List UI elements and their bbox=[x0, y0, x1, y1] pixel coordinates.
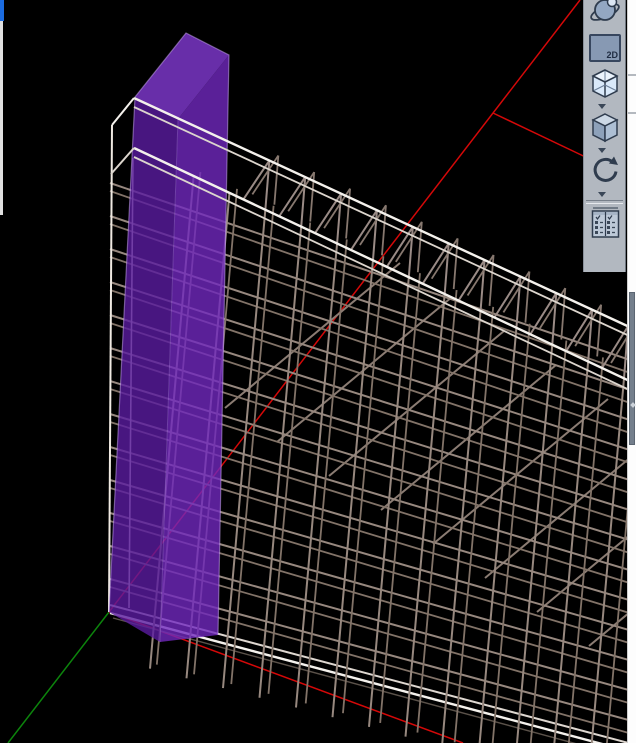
shaded-cube-icon bbox=[589, 112, 621, 144]
left-docked-panel-edge bbox=[0, 0, 4, 21]
display-settings-icon bbox=[589, 206, 621, 240]
toolbar-separator bbox=[586, 200, 623, 204]
panel-separator-bottom bbox=[628, 112, 636, 114]
visual-style-2d-button[interactable]: 2D bbox=[589, 34, 621, 62]
splitter-grip-icon bbox=[630, 402, 636, 408]
view-toolbar: 2D bbox=[583, 0, 626, 272]
panel-separator-top bbox=[628, 74, 636, 76]
vertical-scrollbar-thumb[interactable] bbox=[629, 292, 635, 445]
right-panel-edge[interactable] bbox=[627, 0, 636, 743]
left-window-border bbox=[0, 21, 3, 215]
wireframe-flyout-arrow[interactable] bbox=[598, 104, 606, 109]
orbit-sphere-icon bbox=[589, 0, 621, 25]
visual-style-shaded-button[interactable] bbox=[589, 112, 621, 144]
rotate-view-button[interactable] bbox=[589, 155, 621, 187]
3d-wireframe-cube-icon bbox=[589, 68, 621, 100]
visual-style-wireframe-button[interactable] bbox=[589, 68, 621, 100]
display-settings-button[interactable] bbox=[589, 206, 621, 240]
2d-wireframe-icon: 2D bbox=[606, 50, 618, 60]
rotate-view-icon bbox=[589, 155, 621, 187]
viewport-3d[interactable] bbox=[0, 0, 636, 743]
rotate-flyout-arrow[interactable] bbox=[598, 192, 606, 197]
orbit-button[interactable] bbox=[589, 0, 621, 25]
shaded-flyout-arrow[interactable] bbox=[598, 148, 606, 153]
cad-window: { "viewport": { "background_color": "#00… bbox=[0, 0, 636, 743]
